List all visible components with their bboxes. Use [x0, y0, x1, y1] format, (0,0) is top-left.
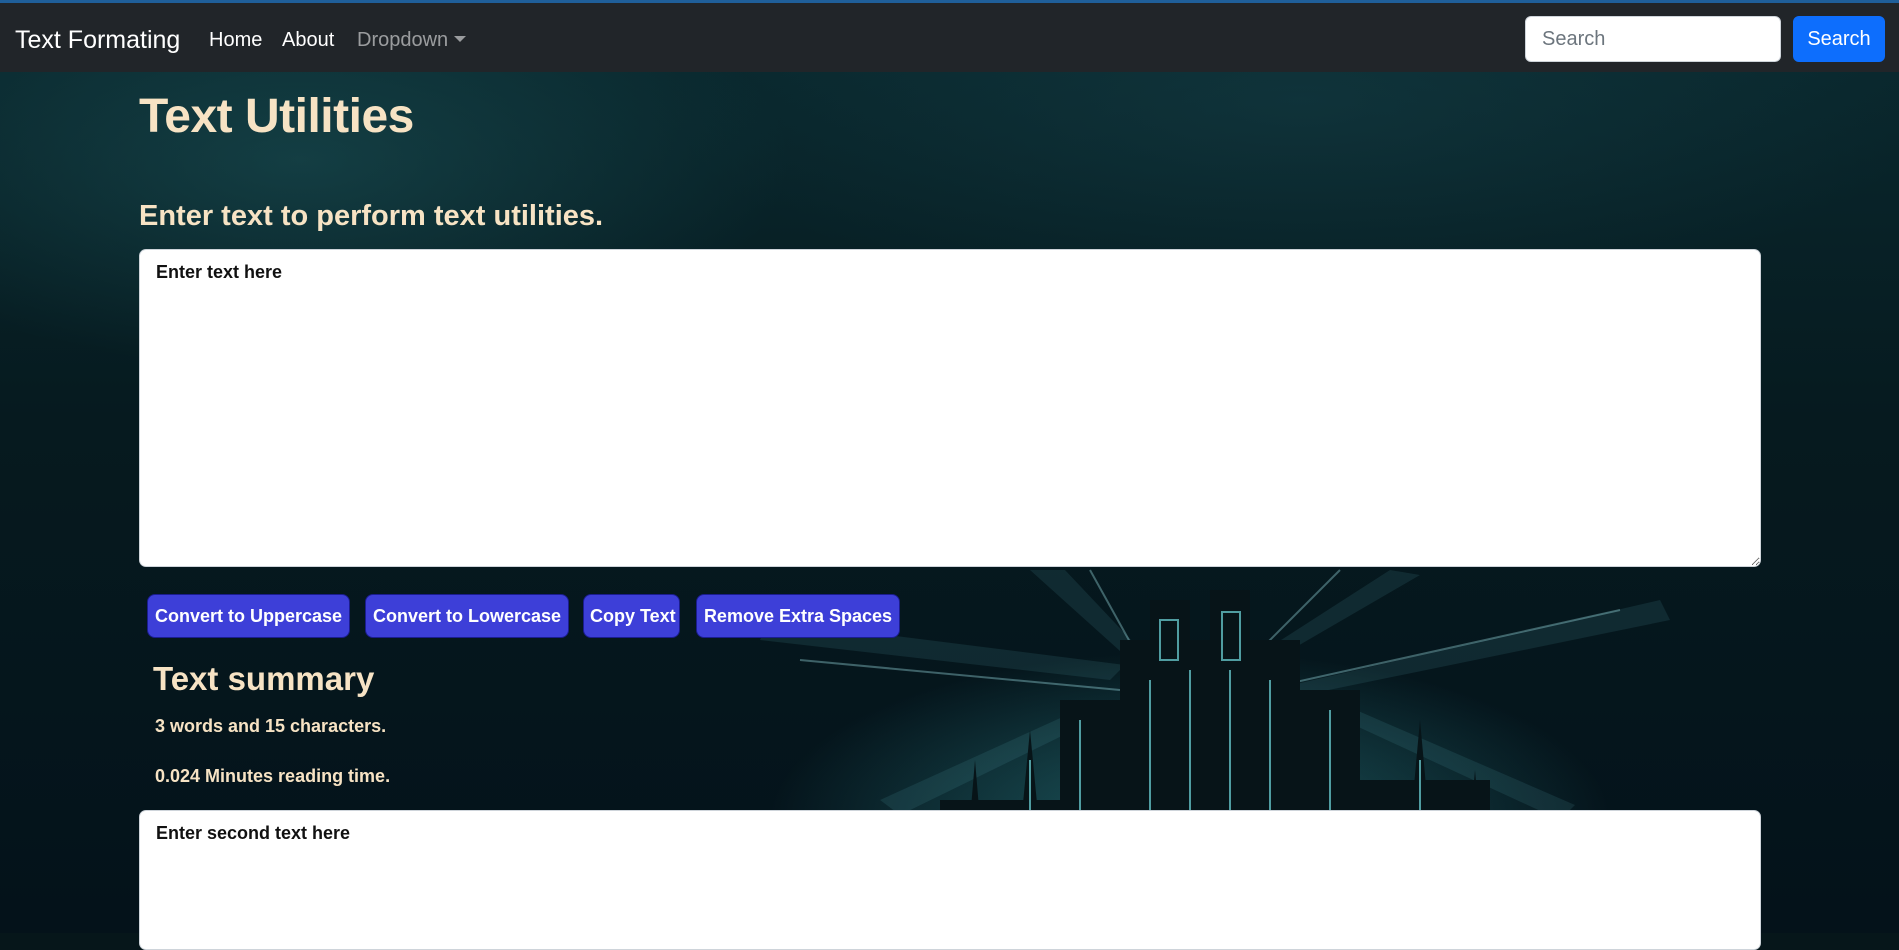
reading-time: 0.024 Minutes reading time. [155, 766, 391, 786]
word-character-count: 3 words and 15 characters. [155, 716, 387, 736]
second-text-input[interactable] [139, 810, 1761, 950]
search-button[interactable]: Search [1793, 16, 1885, 62]
navbar-brand[interactable]: Text Formating [15, 25, 180, 55]
main-content: Text Utilities Enter text to perform tex… [0, 0, 1899, 950]
convert-lowercase-button[interactable]: Convert to Lowercase [365, 594, 569, 638]
main-text-input[interactable] [139, 249, 1761, 567]
remove-extra-spaces-button[interactable]: Remove Extra Spaces [696, 594, 900, 638]
search-input[interactable] [1525, 16, 1781, 62]
page-subtitle: Enter text to perform text utilities. [139, 200, 604, 232]
summary-title: Text summary [153, 660, 375, 697]
copy-text-button[interactable]: Copy Text [583, 594, 680, 638]
nav-dropdown-label: Dropdown [357, 29, 449, 51]
top-accent-line [0, 0, 1899, 3]
page-title: Text Utilities [139, 90, 414, 143]
nav-link-home[interactable]: Home [209, 28, 262, 52]
nav-link-about[interactable]: About [282, 28, 334, 52]
convert-uppercase-button[interactable]: Convert to Uppercase [147, 594, 350, 638]
caret-down-icon [454, 36, 467, 42]
nav-dropdown-toggle[interactable]: Dropdown [357, 28, 467, 52]
navbar: Text Formating Home About Dropdown Searc… [0, 3, 1899, 72]
